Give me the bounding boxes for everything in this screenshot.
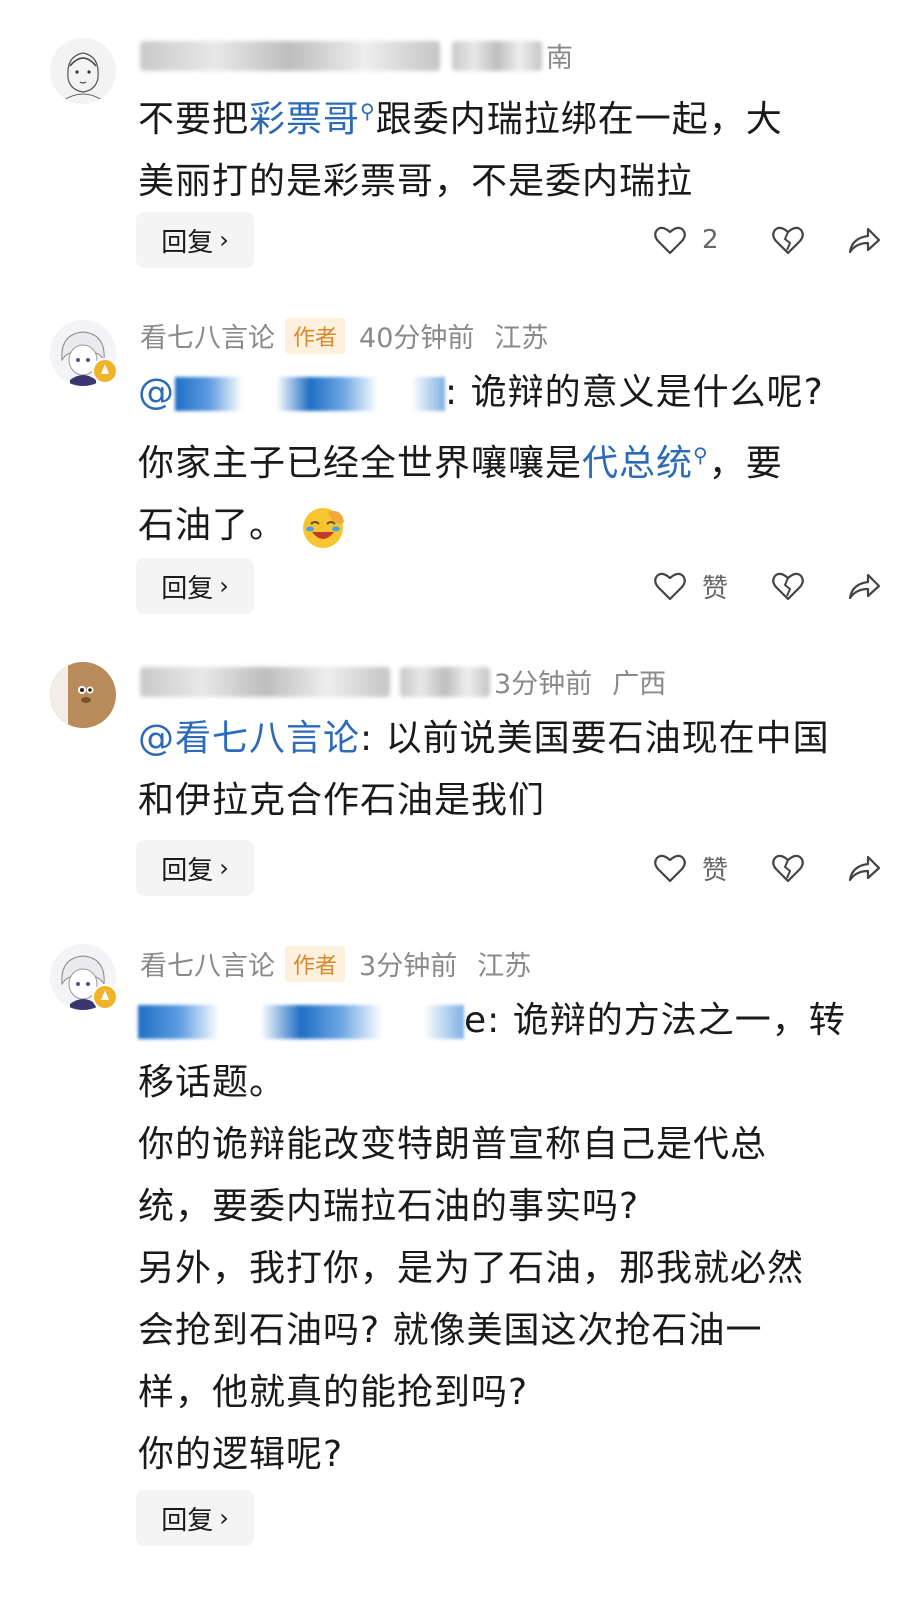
share-arrow-icon [848,573,881,600]
blurred-mention-name [138,1005,464,1039]
comment-line: 美丽打的是彩票哥，不是委内瑞拉 [138,161,694,202]
chevron-right-icon: › [219,226,229,254]
broken-heart-icon [772,854,804,883]
broken-heart-icon [772,572,804,601]
reply-button[interactable]: 回复 › [136,212,254,268]
blurred-username [140,666,390,697]
comment-line: 石油了。 [138,495,858,557]
author-badge: 作者 [285,945,346,982]
blurred-time [400,666,490,697]
search-link-acting-president[interactable]: 代总统⚲ [582,443,709,484]
dislike-button[interactable] [770,568,806,604]
username[interactable]: 看七八言论 [140,316,275,355]
blurred-username [140,40,440,71]
comment-text: @看七八言论: 以前说美国要石油现在中国 和伊拉克合作石油是我们 [138,708,858,832]
comment-location: 广西 [612,669,667,700]
comment-line: 你的逻辑呢? [138,1434,344,1475]
search-icon: ⚲ [360,99,376,123]
comment-time: 3分钟前 [359,951,458,982]
heart-outline-icon [654,226,686,255]
share-arrow-icon [848,227,881,254]
comment-actions: 2 [612,212,882,268]
comment-line: 不要把彩票哥⚲跟委内瑞拉绑在一起，大 [138,99,783,140]
comment-line: @看七八言论: 以前说美国要石油现在中国 [138,718,830,759]
comment-line: e: 诡辩的方法之一，转 [138,990,868,1052]
comment-meta: 3分钟前 广西 [140,662,666,701]
comment-line: @: 诡辩的意义是什么呢? [138,372,824,413]
blurred-mention-name [175,377,445,411]
reply-button[interactable]: 回复 › [136,1490,254,1546]
verified-badge [92,358,118,384]
chevron-right-icon: › [219,1504,229,1532]
mention-link[interactable]: @看七八言论 [138,718,360,759]
heart-outline-icon [654,572,686,601]
like-button[interactable]: 2 [652,222,730,258]
comment-time: 3分钟前 [494,669,593,700]
blurred-time [452,40,542,71]
comment-text: e: 诡辩的方法之一，转 移话题。 你的诡辩能改变特朗普宣称自己是代总 统，要委… [138,990,868,1486]
search-icon: ⚲ [693,443,709,467]
author-badge: 作者 [285,317,346,354]
mention-link[interactable]: @ [138,372,175,413]
comment-line: 和伊拉克合作石油是我们 [138,780,546,821]
avatar-sketch-girl[interactable] [50,38,116,104]
share-button[interactable] [846,222,882,258]
comment-line: 另外，我打你，是为了石油，那我就必然 [138,1248,805,1289]
chevron-right-icon: › [219,572,229,600]
like-count: 2 [702,225,719,255]
comment-time: 40分钟前 [359,323,475,354]
like-label: 赞 [702,855,729,886]
broken-heart-icon [772,226,804,255]
verified-badge [92,984,118,1010]
share-button[interactable] [846,568,882,604]
comment-location: 江苏 [494,323,549,354]
share-arrow-icon [848,855,881,882]
dislike-button[interactable] [770,850,806,886]
chevron-right-icon: › [219,854,229,882]
dislike-button[interactable] [770,222,806,258]
share-button[interactable] [846,850,882,886]
like-label: 赞 [702,573,729,604]
comment-line: 移话题。 [138,1062,287,1103]
facepalm-laugh-emoji-icon [298,502,348,552]
comment-actions: 赞 [612,558,882,614]
comment-meta: 看七八言论 作者 40分钟前 江苏 [140,316,548,355]
comment-actions: 赞 [612,840,882,896]
heart-outline-icon [654,854,686,883]
comment-line: 样，他就真的能抢到吗? [138,1372,529,1413]
username[interactable]: 看七八言论 [140,944,275,983]
comment-line: 你的诡辩能改变特朗普宣称自己是代总 [138,1124,768,1165]
badge-icon [101,990,109,1000]
badge-icon [101,364,109,374]
comment-location: 江苏 [477,951,532,982]
like-button[interactable]: 赞 [652,568,730,605]
comment-line: 你家主子已经全世界嚷嚷是代总统⚲，要 [138,443,783,484]
comment-meta: 南 [140,36,573,75]
comment-line: 统，要委内瑞拉石油的事实吗? [138,1186,640,1227]
like-button[interactable]: 赞 [652,850,730,887]
search-link-lottery-guy[interactable]: 彩票哥⚲ [249,99,376,140]
reply-button[interactable]: 回复 › [136,840,254,896]
comment-location: 南 [546,43,573,74]
reply-button[interactable]: 回复 › [136,558,254,614]
comment-text: @: 诡辩的意义是什么呢? 你家主子已经全世界嚷嚷是代总统⚲，要 石油了。 [138,362,858,557]
comment-line: 会抢到石油吗? 就像美国这次抢石油一 [138,1310,763,1351]
comment-meta: 看七八言论 作者 3分钟前 江苏 [140,944,531,983]
comment-text: 不要把彩票哥⚲跟委内瑞拉绑在一起，大 美丽打的是彩票哥，不是委内瑞拉 [138,80,858,213]
avatar-cartoon-bear[interactable] [50,662,116,728]
